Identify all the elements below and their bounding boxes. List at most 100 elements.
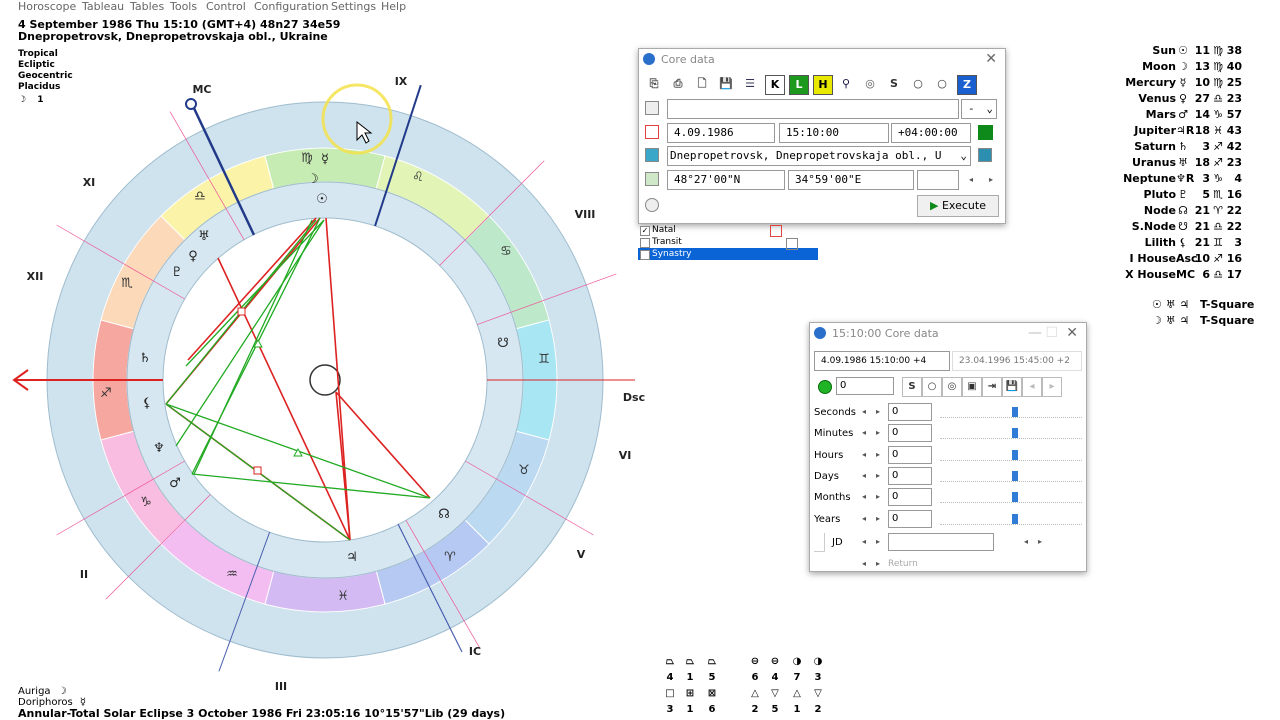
checkbox[interactable]: ✓ <box>640 226 650 236</box>
planet-row[interactable]: Neptune ♆R 3 ♑ 4 <box>1090 172 1280 188</box>
checkbox[interactable] <box>640 250 650 260</box>
slider-thumb[interactable] <box>1012 470 1018 481</box>
time-control-titlebar[interactable]: 15:10:00 Core data — ☐ ✕ <box>810 323 1086 345</box>
step-slider[interactable] <box>940 492 1082 504</box>
planet-row[interactable]: Node ☊ 21 ♈ 22 <box>1090 204 1280 220</box>
step-slider[interactable] <box>940 407 1082 418</box>
toolbar-button[interactable]: ○ <box>933 75 951 93</box>
name-input[interactable] <box>667 99 959 119</box>
time-tool-icon[interactable]: ◎ <box>942 377 962 397</box>
aspect-pattern-row[interactable]: ☉ ♅ ♃ T-Square <box>1150 298 1280 314</box>
planet-row[interactable]: Pluto ♇ 5 ♏ 16 <box>1090 188 1280 204</box>
time-tool-icon[interactable]: S <box>902 377 922 397</box>
place-icon[interactable] <box>645 148 659 162</box>
time-field[interactable]: 15:10:00 <box>779 123 889 143</box>
step-slider[interactable] <box>940 470 1082 482</box>
jd-checkbox[interactable] <box>814 533 825 552</box>
current-datetime-field[interactable]: 4.09.1986 15:10:00 +4 <box>814 351 950 371</box>
step-arrow-icon[interactable]: ▸ <box>1042 377 1062 397</box>
planet-row[interactable]: Venus ♀ 27 ♎ 23 <box>1090 92 1280 108</box>
planet-row[interactable]: Mercury ☿ 10 ♍ 25 <box>1090 76 1280 92</box>
name-icon[interactable] <box>645 101 659 115</box>
altitude-field[interactable] <box>917 170 959 190</box>
toolbar-button[interactable]: L <box>789 75 809 95</box>
toolbar-button[interactable]: 💾 <box>717 75 735 93</box>
jd-prev-icon[interactable]: ◂ <box>858 535 870 549</box>
close-icon[interactable]: ✕ <box>1066 325 1078 341</box>
return-prev-icon[interactable]: ◂ <box>858 557 870 571</box>
coordinates-icon[interactable] <box>645 172 659 186</box>
increment-icon[interactable]: ▸ <box>872 490 884 504</box>
decrement-icon[interactable]: ◂ <box>858 490 870 504</box>
planet-row[interactable]: Lilith ⚸ 21 ♊ 3 <box>1090 236 1280 252</box>
time-tool-icon[interactable]: ▣ <box>962 377 982 397</box>
step-value-field[interactable]: 0 <box>888 445 932 464</box>
toolbar-button[interactable]: 🗋 <box>693 75 711 93</box>
toolbar-button[interactable]: H <box>813 75 833 95</box>
execute-button[interactable]: ▶ Execute <box>917 195 999 217</box>
toolbar-button[interactable]: S <box>885 75 903 93</box>
timezone-field[interactable]: +04:00:00 <box>891 123 971 143</box>
slider-thumb[interactable] <box>1012 407 1018 417</box>
planet-row[interactable]: Moon ☽ 13 ♍ 40 <box>1090 60 1280 76</box>
natal-chart-wheel[interactable]: MCICDscIXXIXIIIIIIIVVIVIII♍♌♋♊♉♈♓♒♑♐♏♎ ☉☽… <box>0 0 660 700</box>
next-arrow-icon[interactable]: ▸ <box>985 173 997 187</box>
step-value-field[interactable]: 0 <box>888 403 932 421</box>
step-value-field[interactable]: 0 <box>888 488 932 507</box>
planet-row[interactable]: Uranus ♅ 18 ♐ 23 <box>1090 156 1280 172</box>
minimize-icon[interactable]: — <box>1028 325 1042 341</box>
maximize-icon[interactable]: ☐ <box>1045 325 1058 341</box>
increment-icon[interactable]: ▸ <box>872 405 884 419</box>
planet-row[interactable]: Jupiter ♃R 18 ♓ 43 <box>1090 124 1280 140</box>
core-data-titlebar[interactable]: Core data ✕ <box>639 49 1005 71</box>
close-icon[interactable]: ✕ <box>985 51 997 67</box>
step-value-field[interactable]: 0 <box>888 466 932 485</box>
other-datetime-field[interactable]: 23.04.1996 15:45:00 +2 <box>952 351 1082 371</box>
decrement-icon[interactable]: ◂ <box>858 448 870 462</box>
map-icon[interactable] <box>978 148 992 162</box>
step-slider[interactable] <box>940 513 1082 525</box>
planet-row[interactable]: Sun ☉ 11 ♍ 38 <box>1090 44 1280 60</box>
planet-row[interactable]: S.Node ☋ 21 ♎ 22 <box>1090 220 1280 236</box>
toolbar-button[interactable]: ○ <box>909 75 927 93</box>
decrement-icon[interactable]: ◂ <box>858 426 870 440</box>
step-value-field[interactable]: 0 <box>888 424 932 443</box>
name-select[interactable]: - ⌄ <box>961 99 997 119</box>
chart-type-item[interactable]: ✓ Natal <box>638 224 818 236</box>
latitude-field[interactable]: 48°27'00"N <box>667 170 785 190</box>
slider-thumb[interactable] <box>1012 492 1018 503</box>
increment-icon[interactable]: ▸ <box>872 469 884 483</box>
toolbar-button[interactable]: K <box>765 75 785 95</box>
step-slider[interactable] <box>940 449 1082 461</box>
slider-thumb[interactable] <box>1012 513 1018 524</box>
place-field[interactable]: Dnepropetrovsk, Dnepropetrovskaja obl., … <box>667 146 971 166</box>
aspect-pattern-row[interactable]: ☽ ♅ ♃ T-Square <box>1150 314 1280 330</box>
decrement-icon[interactable]: ◂ <box>858 469 870 483</box>
step-field[interactable]: 0 <box>836 377 894 395</box>
jd-next-icon[interactable]: ▸ <box>872 535 884 549</box>
time-tool-icon[interactable]: 💾 <box>1002 377 1022 397</box>
toolbar-button[interactable]: ◎ <box>861 75 879 93</box>
prev-arrow-icon[interactable]: ◂ <box>965 173 977 187</box>
planet-row[interactable]: I House Asc 10 ♐ 16 <box>1090 252 1280 268</box>
toolbar-button[interactable]: ⎙ <box>669 75 687 93</box>
date-field[interactable]: 4.09.1986 <box>667 123 775 143</box>
planet-row[interactable]: Mars ♂ 14 ♑ 57 <box>1090 108 1280 124</box>
increment-icon[interactable]: ▸ <box>872 448 884 462</box>
green-run-icon[interactable] <box>818 380 832 394</box>
calendar-icon[interactable] <box>645 125 659 139</box>
decrement-icon[interactable]: ◂ <box>858 512 870 526</box>
planet-row[interactable]: Saturn ♄ 3 ♐ 42 <box>1090 140 1280 156</box>
toolbar-button[interactable]: Z <box>957 75 977 95</box>
toolbar-button[interactable]: ⎘ <box>645 75 663 93</box>
natal-calendar-icon[interactable] <box>770 225 782 237</box>
time-tool-icon[interactable]: ○ <box>922 377 942 397</box>
toolbar-button[interactable]: ☰ <box>741 75 759 93</box>
settings-gear-icon[interactable] <box>645 198 659 212</box>
longitude-field[interactable]: 34°59'00"E <box>788 170 914 190</box>
checkbox[interactable] <box>640 238 650 248</box>
step-arrow-icon[interactable]: ◂ <box>1022 377 1042 397</box>
green-status-button[interactable] <box>978 125 993 140</box>
planet-row[interactable]: X House MC 6 ♎ 17 <box>1090 268 1280 284</box>
slider-thumb[interactable] <box>1012 449 1018 460</box>
